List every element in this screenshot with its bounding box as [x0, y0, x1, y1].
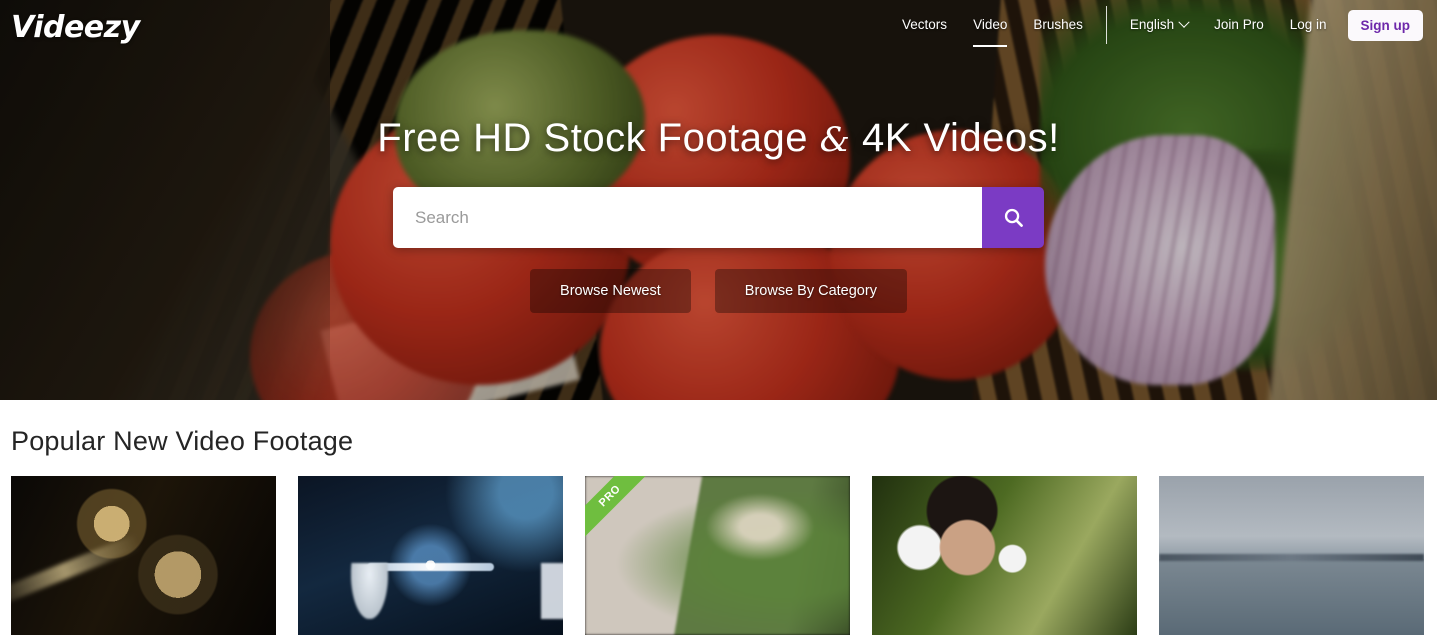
video-card[interactable] [872, 476, 1137, 635]
hero-title-part1: Free HD Stock Footage [377, 116, 808, 160]
nav-item-video[interactable]: Video [960, 0, 1020, 50]
search-bar [393, 187, 1044, 248]
hero-title-ampersand: & [819, 120, 851, 160]
search-button[interactable] [982, 187, 1044, 248]
chevron-down-icon [1178, 16, 1190, 28]
site-logo[interactable]: Videezy [11, 10, 140, 45]
language-label: English [1129, 17, 1175, 32]
video-thumbnail-grid: PRO [0, 476, 1437, 635]
browse-by-category-button[interactable]: Browse By Category [714, 269, 907, 313]
log-in-link[interactable]: Log in [1277, 0, 1340, 50]
video-thumbnail-image [585, 476, 850, 635]
video-thumbnail-image [872, 476, 1137, 635]
join-pro-link[interactable]: Join Pro [1201, 0, 1277, 50]
nav-item-vectors[interactable]: Vectors [889, 0, 960, 50]
language-selector[interactable]: English [1117, 0, 1201, 50]
page-title: Free HD Stock Footage & 4K Videos! [377, 116, 1059, 161]
nav-links: Vectors Video Brushes English Join Pro L… [889, 0, 1437, 50]
hero-action-buttons: Browse Newest Browse By Category [530, 269, 907, 313]
video-card[interactable]: PRO [585, 476, 850, 635]
video-card[interactable] [1159, 476, 1424, 635]
video-card[interactable] [11, 476, 276, 635]
search-icon [1004, 208, 1023, 227]
video-thumbnail-image [11, 476, 276, 635]
section-title-popular: Popular New Video Footage [11, 426, 354, 456]
top-navigation-bar: Videezy Vectors Video Brushes English Jo… [0, 0, 1437, 64]
video-thumbnail-image [1159, 476, 1424, 635]
hero-title-part2: 4K Videos! [861, 116, 1060, 160]
nav-divider [1105, 6, 1107, 44]
sign-up-button[interactable]: Sign up [1347, 9, 1423, 41]
browse-newest-button[interactable]: Browse Newest [530, 269, 691, 313]
video-thumbnail-image [298, 476, 563, 635]
nav-item-brushes[interactable]: Brushes [1020, 0, 1096, 50]
search-input[interactable] [393, 187, 982, 248]
video-card[interactable] [298, 476, 563, 635]
hero-banner: Videezy Vectors Video Brushes English Jo… [0, 0, 1437, 400]
